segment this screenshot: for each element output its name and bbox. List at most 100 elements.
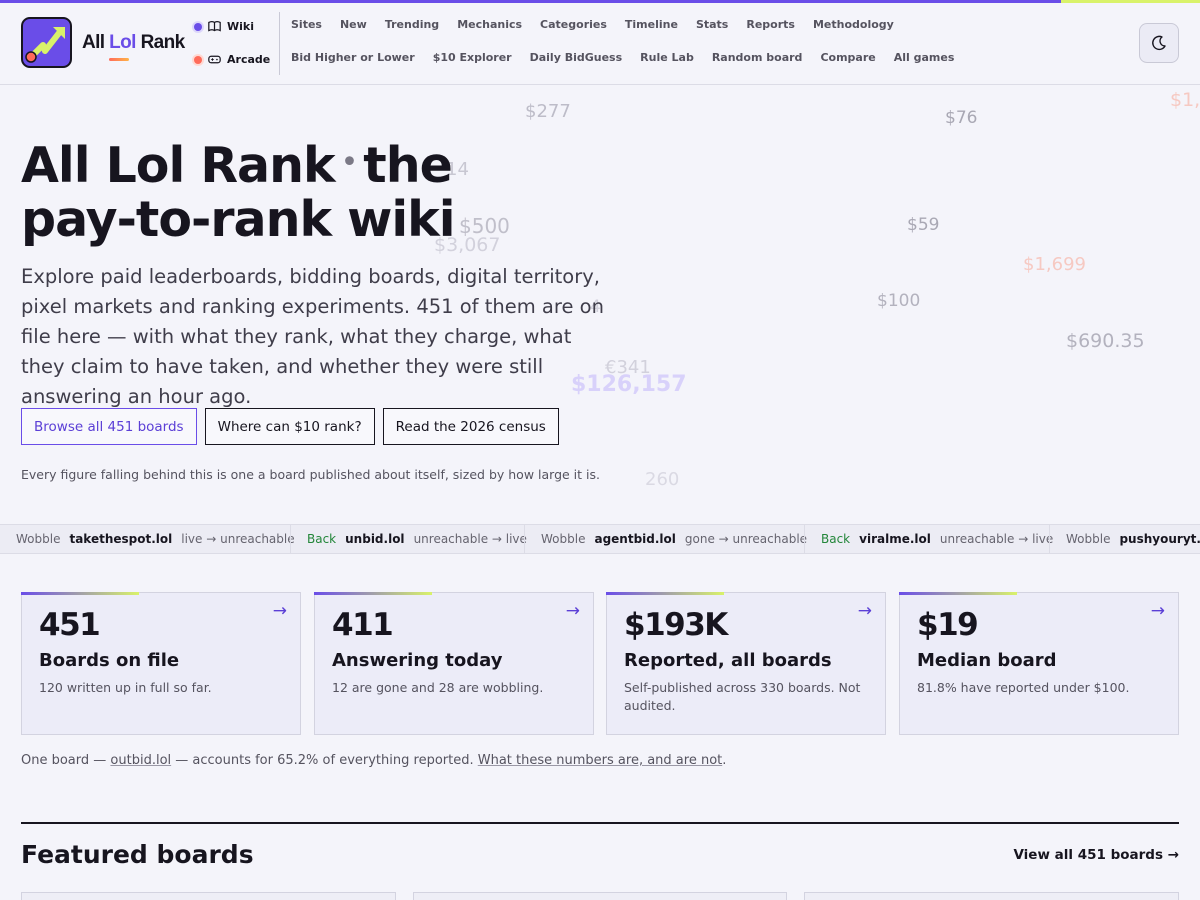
stat-card-answering[interactable]: → 411 Answering today 12 are gone and 28…: [314, 592, 594, 735]
ticker-item[interactable]: Wobble agentbid.lol gone → unreachable: [524, 525, 807, 553]
bg-figure: $690.35: [1066, 330, 1145, 352]
nav-rule-lab[interactable]: Rule Lab: [640, 51, 694, 64]
stat-value: 411: [332, 607, 394, 643]
mode-arcade[interactable]: Arcade: [194, 53, 270, 66]
ticker-item[interactable]: Wobble takethespot.lol live → unreachabl…: [0, 525, 295, 553]
site-name-part2: Lol: [109, 32, 136, 53]
nav-trending[interactable]: Trending: [385, 18, 439, 31]
ticker-item[interactable]: Back viralme.lol unreachable → live: [804, 525, 1053, 553]
stat-sub: 120 written up in full so far.: [39, 680, 212, 695]
ticker-item[interactable]: Wobble pushyouryt.lol: [1049, 525, 1200, 553]
nav-timeline[interactable]: Timeline: [625, 18, 678, 31]
stat-value: 451: [39, 607, 101, 643]
title-line1: All Lol Rank: [21, 137, 336, 194]
ticker-change: unreachable → live: [413, 532, 527, 546]
ticker-change: unreachable → live: [939, 532, 1054, 546]
gamepad-icon: [208, 55, 221, 64]
stat-value: $193K: [624, 607, 728, 643]
nav-compare[interactable]: Compare: [820, 51, 875, 64]
nav-bid-higher-lower[interactable]: Bid Higher or Lower: [291, 51, 415, 64]
ticker-change: gone → unreachable: [684, 532, 808, 546]
hero-buttons: Browse all 451 boards Where can $10 rank…: [21, 408, 559, 445]
featured-board-card[interactable]: [21, 892, 396, 900]
mode-wiki-label: Wiki: [227, 20, 254, 33]
ticker-kind: Wobble: [541, 532, 586, 546]
bg-figure: $277: [525, 101, 571, 122]
ten-dollar-rank-button[interactable]: Where can $10 rank?: [204, 408, 375, 445]
theme-toggle-button[interactable]: [1139, 23, 1179, 63]
ticker-site: unbid.lol: [345, 532, 405, 546]
ticker-site: pushyouryt.lol: [1119, 532, 1200, 546]
bg-figure: 260: [645, 469, 680, 490]
ticker-site: viralme.lol: [859, 532, 931, 546]
footnote-text: One board —: [21, 753, 107, 768]
moon-icon: [1152, 35, 1166, 51]
nav-sites[interactable]: Sites: [291, 18, 322, 31]
title-line2: pay-to-rank wiki: [21, 191, 456, 248]
arrow-right-icon: →: [565, 601, 580, 621]
card-accent-bar: [314, 592, 432, 595]
featured-board-card[interactable]: [804, 892, 1179, 900]
stat-label: Reported, all boards: [624, 650, 832, 671]
ticker-item[interactable]: Back unbid.lol unreachable → live: [290, 525, 527, 553]
nav-categories[interactable]: Categories: [540, 18, 607, 31]
arrow-right-icon: →: [272, 601, 287, 621]
ticker-site: takethespot.lol: [69, 532, 173, 546]
mode-arcade-label: Arcade: [227, 53, 271, 66]
active-dot: [194, 22, 202, 31]
page-title: All Lol Rank • the pay-to-rank wiki: [21, 136, 581, 247]
card-accent-bar: [606, 592, 724, 595]
stats-footnote: One board — outbid.lol — accounts for 65…: [21, 753, 726, 768]
outbid-link[interactable]: outbid.lol: [110, 753, 171, 768]
ticker-change: live → unreachable: [181, 532, 295, 546]
stat-sub: 81.8% have reported under $100.: [917, 680, 1130, 695]
site-name-part3: Rank: [140, 32, 186, 53]
status-ticker: Wobble takethespot.lol live → unreachabl…: [0, 524, 1200, 554]
stat-label: Boards on file: [39, 650, 180, 671]
nav-reports[interactable]: Reports: [746, 18, 795, 31]
bg-figure: $1,7: [1170, 89, 1200, 111]
logo-underline: [109, 58, 129, 61]
featured-heading: Featured boards: [21, 840, 254, 869]
featured-board-card[interactable]: [413, 892, 787, 900]
site-name-part1: All: [82, 32, 105, 53]
hero-note: Every figure falling behind this is one …: [21, 467, 600, 482]
stat-value: $19: [917, 607, 979, 643]
nav-new[interactable]: New: [340, 18, 367, 31]
logo-icon[interactable]: [21, 17, 72, 68]
stat-card-reported[interactable]: → $193K Reported, all boards Self-publis…: [606, 592, 886, 735]
footnote-period: .: [722, 753, 727, 768]
numbers-explainer-link[interactable]: What these numbers are, and are not: [478, 753, 723, 768]
nav-random-board[interactable]: Random board: [712, 51, 803, 64]
card-accent-bar: [899, 592, 1017, 595]
games-nav: Bid Higher or Lower $10 Explorer Daily B…: [291, 51, 954, 64]
stat-sub: 12 are gone and 28 are wobbling.: [332, 680, 544, 695]
census-button[interactable]: Read the 2026 census: [382, 408, 559, 445]
mode-wiki[interactable]: Wiki: [194, 20, 254, 33]
stat-label: Answering today: [332, 650, 503, 671]
nav-mechanics[interactable]: Mechanics: [457, 18, 522, 31]
title-separator: •: [340, 145, 359, 180]
browse-boards-button[interactable]: Browse all 451 boards: [21, 408, 197, 445]
ticker-kind: Wobble: [16, 532, 61, 546]
ticker-kind: Back: [307, 532, 337, 546]
nav-daily-bidguess[interactable]: Daily BidGuess: [530, 51, 623, 64]
bg-figure: $1,699: [1023, 254, 1086, 275]
ticker-kind: Wobble: [1066, 532, 1111, 546]
nav-divider: [279, 12, 280, 75]
nav-methodology[interactable]: Methodology: [813, 18, 894, 31]
nav-stats[interactable]: Stats: [696, 18, 728, 31]
ticker-kind: Back: [821, 532, 851, 546]
hero-description: Explore paid leaderboards, bidding board…: [21, 265, 604, 408]
stat-card-median[interactable]: → $19 Median board 81.8% have reported u…: [899, 592, 1179, 735]
view-all-boards-link[interactable]: View all 451 boards →: [1013, 847, 1179, 863]
nav-10-explorer[interactable]: $10 Explorer: [433, 51, 512, 64]
bg-figure: $76: [945, 108, 978, 128]
stat-sub: Self-published across 330 boards. Not au…: [624, 680, 861, 713]
card-accent-bar: [21, 592, 139, 595]
site-name[interactable]: All Lol Rank: [82, 32, 185, 54]
arrow-right-icon: →: [1150, 601, 1165, 621]
stat-card-boards[interactable]: → 451 Boards on file 120 written up in f…: [21, 592, 301, 735]
nav-all-games[interactable]: All games: [894, 51, 955, 64]
arcade-dot: [194, 55, 202, 64]
